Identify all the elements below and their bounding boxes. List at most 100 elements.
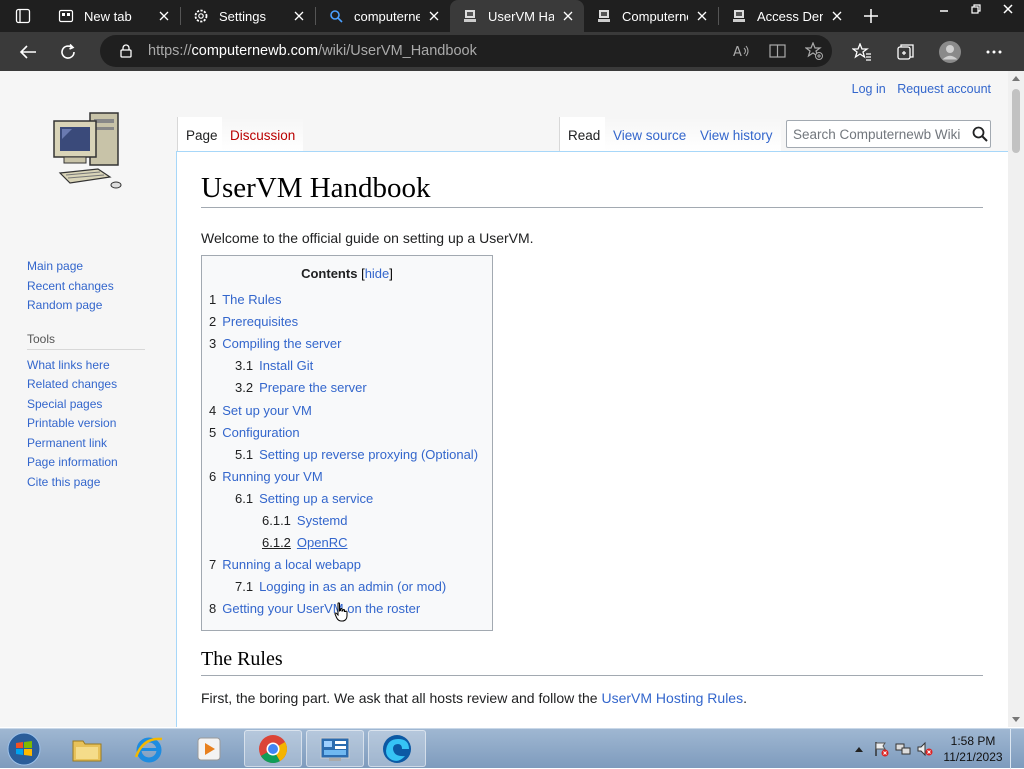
tray-volume[interactable]: [914, 729, 936, 769]
toc-number: 5: [209, 424, 217, 440]
browser-tab-computernewb[interactable]: Computernew: [584, 0, 718, 32]
tab-discussion[interactable]: Discussion: [222, 117, 304, 151]
taskbar-explorer[interactable]: [58, 730, 116, 767]
start-button[interactable]: [4, 730, 44, 768]
close-icon[interactable]: [829, 8, 845, 24]
tray-network[interactable]: [892, 729, 914, 769]
tab-view-history-label[interactable]: View history: [700, 128, 773, 143]
tab-view-source[interactable]: View source: [605, 117, 695, 151]
taskbar-media-player[interactable]: [180, 730, 238, 767]
close-window-button[interactable]: [992, 0, 1024, 18]
sidebar-item-random-page[interactable]: Random page: [27, 296, 157, 316]
sidebar-item-main-page[interactable]: Main page: [27, 257, 157, 277]
search-input[interactable]: [787, 126, 970, 142]
lock-icon[interactable]: [112, 44, 140, 58]
favorites-button[interactable]: [840, 32, 884, 71]
close-icon[interactable]: [156, 8, 172, 24]
toc-number: 1: [209, 292, 217, 307]
new-tab-button[interactable]: [853, 0, 889, 32]
toc-item[interactable]: 4 Set up your VM: [209, 403, 312, 418]
show-desktop-button[interactable]: [1010, 729, 1024, 769]
toc-number: 7.1: [235, 579, 254, 595]
address-bar[interactable]: https://computernewb.com/wiki/UserVM_Han…: [100, 35, 832, 67]
toc-item[interactable]: 6.1.2 OpenRC: [262, 535, 348, 550]
toc-item[interactable]: 3 Compiling the server: [209, 336, 341, 351]
tab-read[interactable]: Read: [559, 117, 609, 151]
search-button[interactable]: [970, 121, 990, 147]
tray-action-center[interactable]: [870, 729, 892, 769]
site-logo[interactable]: [50, 107, 126, 193]
toc-hide-link[interactable]: hide: [365, 266, 390, 281]
toc-item[interactable]: 7.1 Logging in as an admin (or mod): [235, 579, 446, 594]
more-icon: [986, 50, 1002, 53]
close-icon[interactable]: [291, 8, 307, 24]
new-tab-icon: [58, 8, 74, 24]
add-favorite-button[interactable]: [796, 35, 832, 67]
browser-tab-uservm-handbook[interactable]: UserVM Hand: [450, 0, 584, 32]
close-icon[interactable]: [426, 8, 442, 24]
request-account-link[interactable]: Request account: [897, 82, 991, 96]
tab-actions-button[interactable]: [0, 0, 46, 32]
toc-item[interactable]: 2 Prerequisites: [209, 314, 298, 329]
browser-tab-access-denied[interactable]: Access Denie: [719, 0, 853, 32]
profile-button[interactable]: [928, 32, 972, 71]
immersive-reader-button[interactable]: [760, 35, 796, 67]
close-icon[interactable]: [694, 8, 710, 24]
media-player-icon: [197, 737, 221, 760]
back-button[interactable]: [8, 34, 48, 70]
tab-actions-icon: [15, 8, 31, 24]
settings-menu-button[interactable]: [972, 32, 1016, 71]
tab-view-history[interactable]: View history: [692, 117, 781, 151]
tab-discussion-label[interactable]: Discussion: [230, 128, 295, 143]
collections-button[interactable]: [884, 32, 928, 71]
refresh-button[interactable]: [48, 34, 88, 70]
taskbar-control-panel[interactable]: [306, 730, 364, 767]
browser-tab-search[interactable]: computernew: [316, 0, 450, 32]
minimize-button[interactable]: [928, 0, 960, 18]
toc-text: Compiling the server: [222, 336, 342, 352]
section-heading-the-rules: The Rules: [201, 648, 983, 676]
edge-icon: [383, 734, 411, 763]
toc-item[interactable]: 1 The Rules: [209, 292, 281, 307]
tab-view-source-label[interactable]: View source: [613, 128, 686, 143]
toc-item[interactable]: 3.1 Install Git: [235, 358, 313, 373]
browser-tab-new-tab[interactable]: New tab: [46, 0, 180, 32]
taskbar-chrome[interactable]: [244, 730, 302, 767]
toc-item[interactable]: 6.1.1 Systemd: [262, 513, 348, 528]
wiki-icon: [596, 8, 612, 24]
chevron-up-icon: [855, 747, 863, 752]
favorites-icon: [852, 42, 871, 61]
restore-button[interactable]: [960, 0, 992, 18]
read-aloud-button[interactable]: A: [724, 35, 760, 67]
hosting-rules-link[interactable]: UserVM Hosting Rules: [601, 690, 743, 706]
star-add-icon: [805, 42, 823, 60]
taskbar-edge[interactable]: [368, 730, 426, 767]
toc-item[interactable]: 6 Running your VM: [209, 469, 323, 484]
toc-item[interactable]: 5.1 Setting up reverse proxying (Optional…: [235, 447, 478, 462]
sidebar-item-cite-this-page[interactable]: Cite this page: [27, 473, 157, 493]
toc-item[interactable]: 7 Running a local webapp: [209, 557, 361, 572]
login-link[interactable]: Log in: [852, 82, 886, 96]
close-icon[interactable]: [560, 8, 576, 24]
sidebar-item-permanent-link[interactable]: Permanent link: [27, 434, 157, 454]
page-scrollbar[interactable]: [1008, 71, 1024, 727]
sidebar-item-printable-version[interactable]: Printable version: [27, 414, 157, 434]
browser-tab-settings[interactable]: Settings: [181, 0, 315, 32]
sidebar-item-related-changes[interactable]: Related changes: [27, 375, 157, 395]
toc-item[interactable]: 5 Configuration: [209, 425, 300, 440]
sidebar-item-recent-changes[interactable]: Recent changes: [27, 277, 157, 297]
sidebar-item-page-information[interactable]: Page information: [27, 453, 157, 473]
toc-item[interactable]: 6.1 Setting up a service: [235, 491, 373, 506]
url-text[interactable]: https://computernewb.com/wiki/UserVM_Han…: [140, 43, 724, 59]
toc-item[interactable]: 8 Getting your UserVM on the roster: [209, 601, 420, 616]
toc-item[interactable]: 3.2 Prepare the server: [235, 380, 367, 395]
scroll-up-icon[interactable]: [1012, 75, 1020, 81]
taskbar-internet-explorer[interactable]: [120, 730, 178, 767]
tab-page[interactable]: Page: [177, 117, 226, 151]
sidebar-item-what-links-here[interactable]: What links here: [27, 356, 157, 376]
scroll-thumb[interactable]: [1012, 89, 1020, 153]
tray-overflow-button[interactable]: [848, 729, 870, 769]
clock[interactable]: 1:58 PM 11/21/2023: [936, 733, 1010, 765]
sidebar-item-special-pages[interactable]: Special pages: [27, 395, 157, 415]
scroll-down-icon[interactable]: [1012, 717, 1020, 723]
